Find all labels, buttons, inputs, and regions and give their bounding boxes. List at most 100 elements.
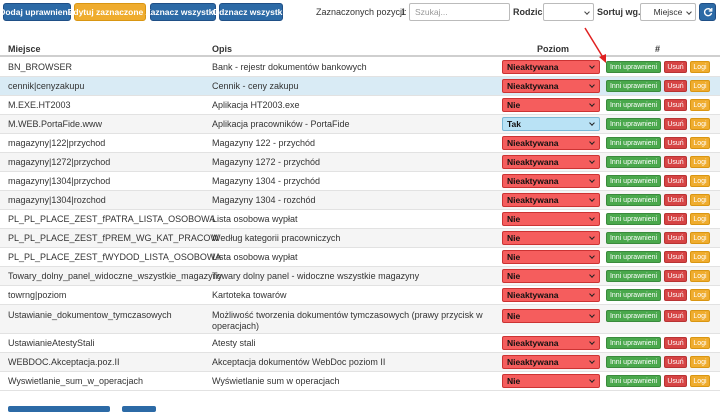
logs-button[interactable]: Logi (690, 289, 710, 301)
delete-button[interactable]: Usuń (664, 337, 687, 349)
level-select[interactable]: Nieaktywana (502, 79, 600, 93)
level-value: Nieaktywana (507, 157, 559, 167)
delete-button[interactable]: Usuń (664, 99, 687, 111)
search-input[interactable]: Szukaj... (409, 3, 510, 21)
other-authorized-button[interactable]: Inni uprawnieni (606, 289, 661, 301)
logs-button[interactable]: Logi (690, 156, 710, 168)
table-row[interactable]: UstawianieAtestyStali Atesty stali Nieakty… (0, 334, 720, 353)
logs-button[interactable]: Logi (690, 61, 710, 73)
level-select[interactable]: Nie (502, 269, 600, 283)
table-row[interactable]: Wyswietlanie_sum_w_operacjach Wyświetlani… (0, 372, 720, 391)
parent-filter-select[interactable] (543, 3, 594, 21)
other-authorized-button[interactable]: Inni uprawnieni (606, 175, 661, 187)
level-select[interactable]: Nieaktywana (502, 155, 600, 169)
logs-button[interactable]: Logi (690, 99, 710, 111)
logs-button[interactable]: Logi (690, 251, 710, 263)
other-authorized-button[interactable]: Inni uprawnieni (606, 99, 661, 111)
footer-button-left[interactable] (8, 406, 110, 412)
table-row[interactable]: magazyny|122|przychod Magazyny 122 - przy… (0, 134, 720, 153)
refresh-button[interactable] (699, 3, 716, 21)
other-authorized-button[interactable]: Inni uprawnieni (606, 137, 661, 149)
chevron-down-icon (589, 358, 595, 364)
level-select[interactable]: Nieaktywana (502, 336, 600, 350)
level-value: Tak (507, 119, 522, 129)
delete-button[interactable]: Usuń (664, 270, 687, 282)
table-row[interactable]: PL_PL_PLACE_ZEST_fPREM_WG_KAT_PRACOW Wedł… (0, 229, 720, 248)
other-authorized-button[interactable]: Inni uprawnieni (606, 80, 661, 92)
logs-button[interactable]: Logi (690, 175, 710, 187)
logs-button[interactable]: Logi (690, 137, 710, 149)
delete-button[interactable]: Usuń (664, 156, 687, 168)
other-authorized-button[interactable]: Inni uprawnieni (606, 194, 661, 206)
delete-button[interactable]: Usuń (664, 118, 687, 130)
table-row[interactable]: cennik|cenyzakupu Cennik - ceny zakupu Nie… (0, 77, 720, 96)
other-authorized-button[interactable]: Inni uprawnieni (606, 375, 661, 387)
add-permissions-button[interactable]: Dodaj uprawnienia (0, 3, 75, 21)
other-authorized-button[interactable]: Inni uprawnieni (606, 356, 661, 368)
delete-button[interactable]: Usuń (664, 251, 687, 263)
level-select[interactable]: Nie (502, 212, 600, 226)
delete-button[interactable]: Usuń (664, 310, 687, 322)
footer-button-right[interactable] (122, 406, 156, 412)
other-authorized-button[interactable]: Inni uprawnieni (606, 310, 661, 322)
delete-button[interactable]: Usuń (664, 375, 687, 387)
table-row[interactable]: towrng|poziom Kartoteka towarów Nieaktywan… (0, 286, 720, 305)
delete-button[interactable]: Usuń (664, 289, 687, 301)
delete-button[interactable]: Usuń (664, 175, 687, 187)
logs-button[interactable]: Logi (690, 213, 710, 225)
table-row[interactable]: PL_PL_PLACE_ZEST_fWYDOD_LISTA_OSOBOWA Lis… (0, 248, 720, 267)
level-select[interactable]: Nie (502, 250, 600, 264)
table-row[interactable]: M.WEB.PortaFide.www Aplikacja pracowników… (0, 115, 720, 134)
delete-button[interactable]: Usuń (664, 80, 687, 92)
other-authorized-button[interactable]: Inni uprawnieni (606, 156, 661, 168)
other-authorized-button[interactable]: Inni uprawnieni (606, 118, 661, 130)
other-authorized-button[interactable]: Inni uprawnieni (606, 251, 661, 263)
table-row[interactable]: WEBDOC.Akceptacja.poz.II Akceptacja dokum… (0, 353, 720, 372)
level-select[interactable]: Nieaktywana (502, 193, 600, 207)
level-select[interactable]: Nieaktywana (502, 288, 600, 302)
other-authorized-button[interactable]: Inni uprawnieni (606, 270, 661, 282)
table-row[interactable]: M.EXE.HT2003 Aplikacja HT2003.exe Nie Inni … (0, 96, 720, 115)
edit-selected-label: Edytuj zaznaczone (67, 7, 144, 17)
table-row[interactable]: PL_PL_PLACE_ZEST_fPATRA_LISTA_OSOBOWA Lis… (0, 210, 720, 229)
level-select[interactable]: Nie (502, 231, 600, 245)
logs-button[interactable]: Logi (690, 232, 710, 244)
level-select[interactable]: Nieaktywana (502, 60, 600, 74)
logs-button[interactable]: Logi (690, 310, 710, 322)
delete-button[interactable]: Usuń (664, 61, 687, 73)
delete-button[interactable]: Usuń (664, 356, 687, 368)
table-row[interactable]: Towary_dolny_panel_widoczne_wszystkie_ma… (0, 267, 720, 286)
table-row[interactable]: magazyny|1272|przychod Magazyny 1272 - pr… (0, 153, 720, 172)
description-cell: Wyświetlanie sum w operacjach (212, 376, 340, 386)
deselect-all-button[interactable]: Odznacz wszystkie (213, 3, 290, 21)
delete-button[interactable]: Usuń (664, 194, 687, 206)
other-authorized-button[interactable]: Inni uprawnieni (606, 213, 661, 225)
edit-selected-dropdown[interactable]: Edytuj zaznaczone (68, 3, 153, 21)
delete-button[interactable]: Usuń (664, 232, 687, 244)
other-authorized-button[interactable]: Inni uprawnieni (606, 232, 661, 244)
sort-select[interactable]: Miejsce (640, 3, 696, 21)
other-authorized-button[interactable]: Inni uprawnieni (606, 337, 661, 349)
logs-button[interactable]: Logi (690, 118, 710, 130)
level-select[interactable]: Nie (502, 374, 600, 388)
logs-button[interactable]: Logi (690, 270, 710, 282)
level-select[interactable]: Nieaktywana (502, 136, 600, 150)
table-row[interactable]: magazyny|1304|rozchod Magazyny 1304 - roz… (0, 191, 720, 210)
delete-button[interactable]: Usuń (664, 137, 687, 149)
other-authorized-button[interactable]: Inni uprawnieni (606, 61, 661, 73)
logs-button[interactable]: Logi (690, 375, 710, 387)
table-row[interactable]: magazyny|1304|przychod Magazyny 1304 - pr… (0, 172, 720, 191)
level-select[interactable]: Nieaktywana (502, 174, 600, 188)
table-row[interactable]: Ustawianie_dokumentow_tymczasowych Możliw… (0, 305, 720, 334)
level-select[interactable]: Nie (502, 309, 600, 323)
level-select[interactable]: Nie (502, 98, 600, 112)
level-select[interactable]: Nieaktywana (502, 355, 600, 369)
select-all-button[interactable]: Zaznacz wszystkie (145, 3, 221, 21)
logs-button[interactable]: Logi (690, 356, 710, 368)
level-select[interactable]: Tak (502, 117, 600, 131)
delete-button[interactable]: Usuń (664, 213, 687, 225)
logs-button[interactable]: Logi (690, 337, 710, 349)
table-row[interactable]: BN_BROWSER Bank - rejestr dokumentów bank… (0, 58, 720, 77)
logs-button[interactable]: Logi (690, 194, 710, 206)
logs-button[interactable]: Logi (690, 80, 710, 92)
